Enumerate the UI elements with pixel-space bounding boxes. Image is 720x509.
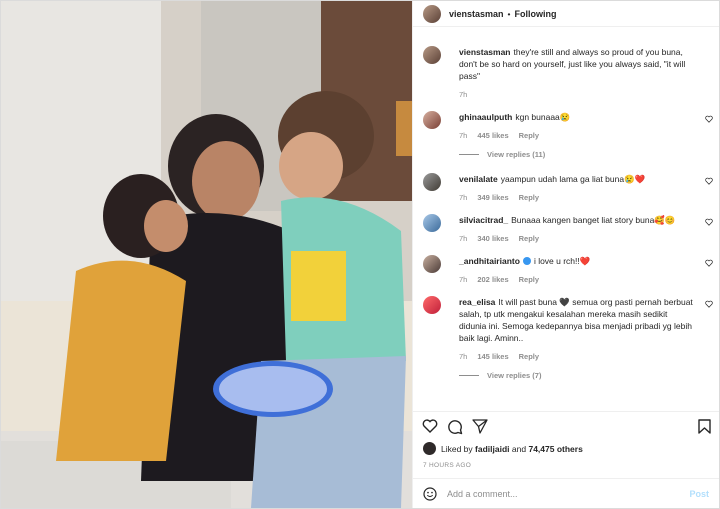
comment-time: 7h [459,131,468,140]
likes-summary: Liked by fadiljaidi and 74,475 others [423,442,583,455]
comment-likes[interactable]: 445 likes [477,131,508,140]
comments-list[interactable]: vienstasman they're still and always so p… [413,28,719,406]
comment-item: _andhitairianto i love u rch!!❤️ 7h 202 l… [413,255,719,284]
comment-item: ghinaaulputh kgn bunaaa😢 7h 445 likes Rep… [413,111,719,159]
commenter-avatar[interactable] [423,173,441,191]
comment-time: 7h [459,234,468,243]
comment-time: 7h [459,193,468,202]
comment-text: kgn bunaaa😢 [515,112,571,122]
caption: vienstasman they're still and always so p… [413,46,719,99]
comment-username[interactable]: _andhitairianto [459,256,520,266]
comment-text: yaampun udah lama ga liat buna😢❤️ [500,174,646,184]
comment-username[interactable]: ghinaaulputh [459,112,512,122]
comment-item: rea_elisa It will past buna 🖤 semua org p… [413,296,719,380]
post-photo[interactable] [1,1,412,508]
comment-username[interactable]: venilalate [459,174,498,184]
comment-likes[interactable]: 145 likes [477,352,508,361]
view-replies-button[interactable]: View replies (11) [459,150,697,159]
like-heart-icon[interactable] [422,419,438,433]
post-header: vienstasman • Following [413,1,719,27]
liked-by-and: and [511,443,527,454]
comment-text: i love u rch!!❤️ [533,256,591,266]
liker-avatar[interactable] [423,442,436,455]
liker-username[interactable]: fadiljaidi [475,444,509,454]
post-action-bar [413,411,719,437]
photo-illustration [1,1,412,508]
comment-text: Bunaaa kangen banget liat story buna🥰😊 [511,215,676,225]
heart-icon[interactable] [705,300,713,308]
caption-avatar[interactable] [423,46,441,64]
share-send-icon[interactable] [472,419,488,434]
heart-icon[interactable] [705,177,713,185]
likes-count[interactable]: 74,475 others [528,444,582,454]
comment-likes[interactable]: 340 likes [477,234,508,243]
comment-likes[interactable]: 349 likes [477,193,508,202]
comment-likes[interactable]: 202 likes [477,275,508,284]
view-replies-button[interactable]: View replies (7) [459,371,697,380]
commenter-avatar[interactable] [423,111,441,129]
reply-button[interactable]: Reply [519,131,539,140]
author-username[interactable]: vienstasman [449,9,504,19]
author-avatar[interactable] [423,4,441,23]
comment-time: 7h [459,275,468,284]
comment-item: silviacitrad_ Bunaaa kangen banget liat s… [413,214,719,243]
reply-button[interactable]: Reply [519,234,539,243]
view-replies-label: View replies (11) [487,150,546,159]
reply-button[interactable]: Reply [519,275,539,284]
post-timestamp[interactable]: 7 HOURS AGO [423,462,471,469]
comment-bubble-icon[interactable] [447,419,463,435]
add-comment-bar: Add a comment... Post [413,478,719,508]
heart-icon[interactable] [705,218,713,226]
following-button[interactable]: Following [515,9,557,19]
caption-time: 7h [459,90,468,99]
comment-username[interactable]: silviacitrad_ [459,215,508,225]
comment-item: venilalate yaampun udah lama ga liat buna… [413,173,719,202]
separator-dot: • [507,8,511,19]
liked-by-prefix: Liked by [441,443,473,454]
view-replies-label: View replies (7) [487,371,542,380]
commenter-avatar[interactable] [423,214,441,232]
comment-input[interactable]: Add a comment... [447,489,689,499]
caption-username[interactable]: vienstasman [459,47,511,57]
reply-button[interactable]: Reply [519,352,539,361]
comment-time: 7h [459,352,468,361]
emoji-smiley-icon[interactable] [423,486,437,501]
verified-badge-icon [522,257,531,265]
reply-button[interactable]: Reply [519,193,539,202]
comment-username[interactable]: rea_elisa [459,297,495,307]
heart-icon[interactable] [705,259,713,267]
heart-icon[interactable] [705,115,713,123]
commenter-avatar[interactable] [423,255,441,273]
comments-panel: vienstasman • Following vienstasman they'… [412,1,719,508]
post-comment-button[interactable]: Post [689,489,709,499]
bookmark-icon[interactable] [698,419,711,434]
commenter-avatar[interactable] [423,296,441,314]
